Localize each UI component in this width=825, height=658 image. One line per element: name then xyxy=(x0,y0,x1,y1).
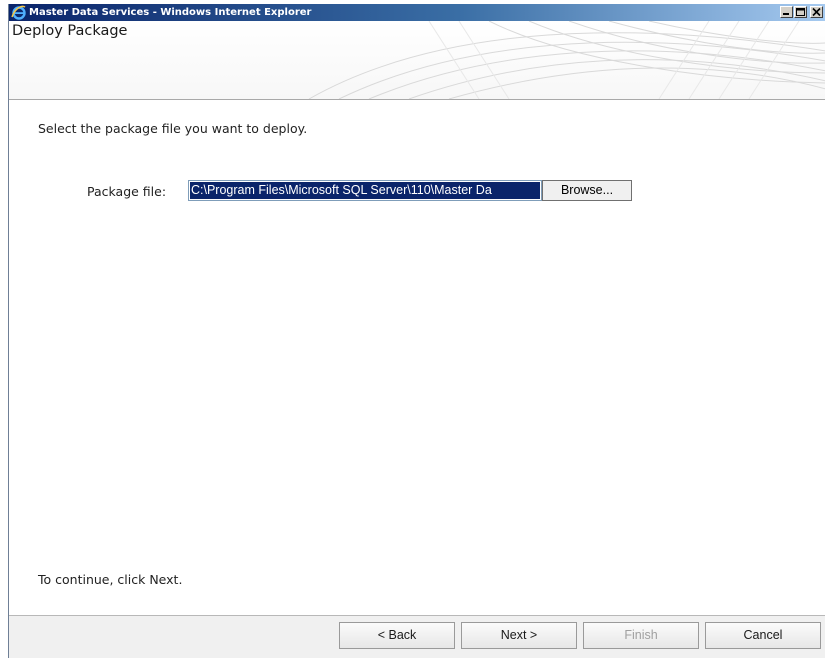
wizard-footer: < Back Next > Finish Cancel xyxy=(9,615,825,658)
browser-window: Master Data Services - Windows Internet … xyxy=(8,4,825,658)
maximize-button[interactable] xyxy=(794,6,807,18)
page-title: Deploy Package xyxy=(12,23,128,39)
minimize-icon xyxy=(783,13,789,15)
continue-text: To continue, click Next. xyxy=(38,572,183,587)
maximize-icon xyxy=(796,8,805,16)
package-file-value: C:\Program Files\Microsoft SQL Server\11… xyxy=(190,182,540,199)
finish-button[interactable]: Finish xyxy=(583,622,699,649)
internet-explorer-icon xyxy=(11,5,26,20)
package-file-input[interactable]: C:\Program Files\Microsoft SQL Server\11… xyxy=(188,180,542,201)
close-button[interactable] xyxy=(810,6,823,18)
header-background-graphic xyxy=(308,21,825,99)
instruction-text: Select the package file you want to depl… xyxy=(38,121,308,136)
minimize-button[interactable] xyxy=(780,6,793,18)
next-button[interactable]: Next > xyxy=(461,622,577,649)
cancel-button[interactable]: Cancel xyxy=(705,622,821,649)
page-header: Deploy Package xyxy=(9,21,825,100)
window-title: Master Data Services - Windows Internet … xyxy=(29,7,312,18)
package-file-label: Package file: xyxy=(87,184,167,199)
browse-button[interactable]: Browse... xyxy=(542,180,632,201)
title-bar: Master Data Services - Windows Internet … xyxy=(9,4,825,21)
back-button[interactable]: < Back xyxy=(339,622,455,649)
close-icon xyxy=(812,7,821,17)
